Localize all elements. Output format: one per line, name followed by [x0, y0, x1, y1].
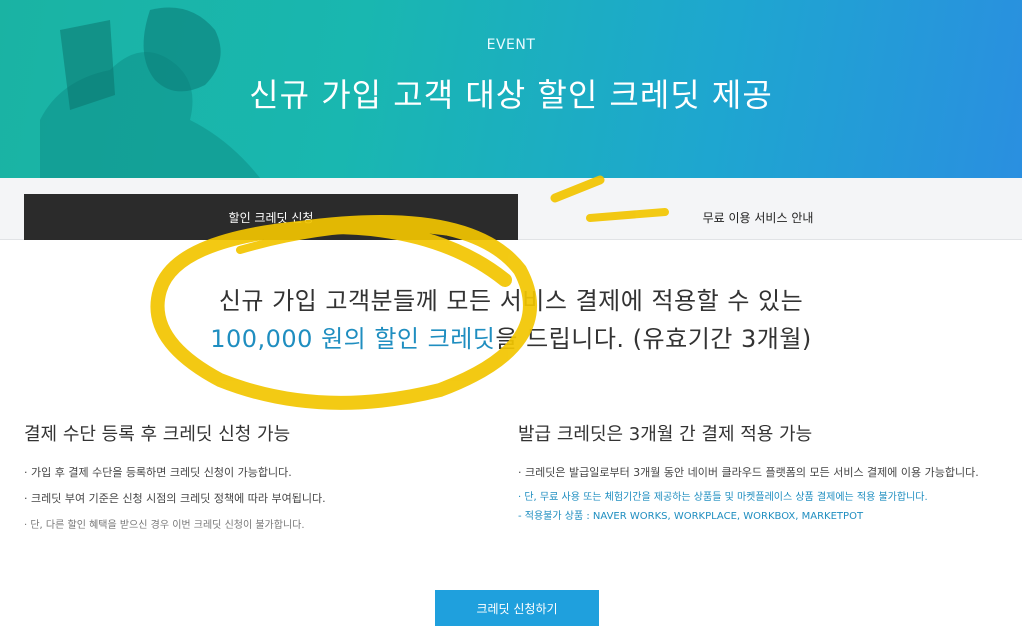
tab-free-services[interactable]: 무료 이용 서비스 안내 [518, 194, 998, 240]
headline-line1: 신규 가입 고객분들께 모든 서비스 결제에 적용할 수 있는 [218, 287, 804, 315]
page-title: 신규 가입 고객 대상 할인 크레딧 제공 [249, 76, 773, 114]
event-label: EVENT [486, 37, 536, 53]
headline-line2: 100,000 원의 할인 크레딧을 드립니다. (유효기간 3개월) [0, 320, 1022, 358]
promo-headline: 신규 가입 고객분들께 모든 서비스 결제에 적용할 수 있는 100,000 … [0, 282, 1022, 358]
left-note: · 단, 다른 할인 혜택을 받으신 경우 이번 크레딧 신청이 불가합니다. [24, 520, 305, 531]
info-column-right: 발급 크레딧은 3개월 간 결제 적용 가능 · 크레딧은 발급일로부터 3개월… [518, 420, 998, 524]
credit-amount: 100,000 원의 할인 크레딧 [210, 325, 496, 353]
right-section-title: 발급 크레딧은 3개월 간 결제 적용 가능 [518, 424, 813, 445]
info-column-left: 결제 수단 등록 후 크레딧 신청 가능 · 가입 후 결제 수단을 등록하면 … [24, 420, 494, 534]
right-note-products: - 적용불가 상품 : NAVER WORKS, WORKPLACE, WORK… [518, 511, 864, 522]
headline-line2-rest: 을 드립니다. (유효기간 3개월) [495, 325, 812, 353]
tab-bar: 할인 크레딧 신청 무료 이용 서비스 안내 [0, 178, 1022, 240]
left-section-title: 결제 수단 등록 후 크레딧 신청 가능 [24, 424, 291, 445]
tab-credit-apply[interactable]: 할인 크레딧 신청 [24, 194, 518, 240]
left-bullet: · 크레딧 부여 기준은 신청 시점의 크레딧 정책에 따라 부여됩니다. [24, 492, 326, 505]
hero-banner: EVENT 신규 가입 고객 대상 할인 크레딧 제공 [0, 0, 1022, 178]
apply-credit-button[interactable]: 크레딧 신청하기 [435, 590, 599, 626]
right-bullet: · 크레딧은 발급일로부터 3개월 동안 네이버 클라우드 플랫폼의 모든 서비… [518, 466, 979, 479]
right-note-exclusion: · 단, 무료 사용 또는 체험기간을 제공하는 상품들 및 마켓플레이스 상품… [518, 492, 928, 503]
left-bullet: · 가입 후 결제 수단을 등록하면 크레딧 신청이 가능합니다. [24, 466, 292, 479]
